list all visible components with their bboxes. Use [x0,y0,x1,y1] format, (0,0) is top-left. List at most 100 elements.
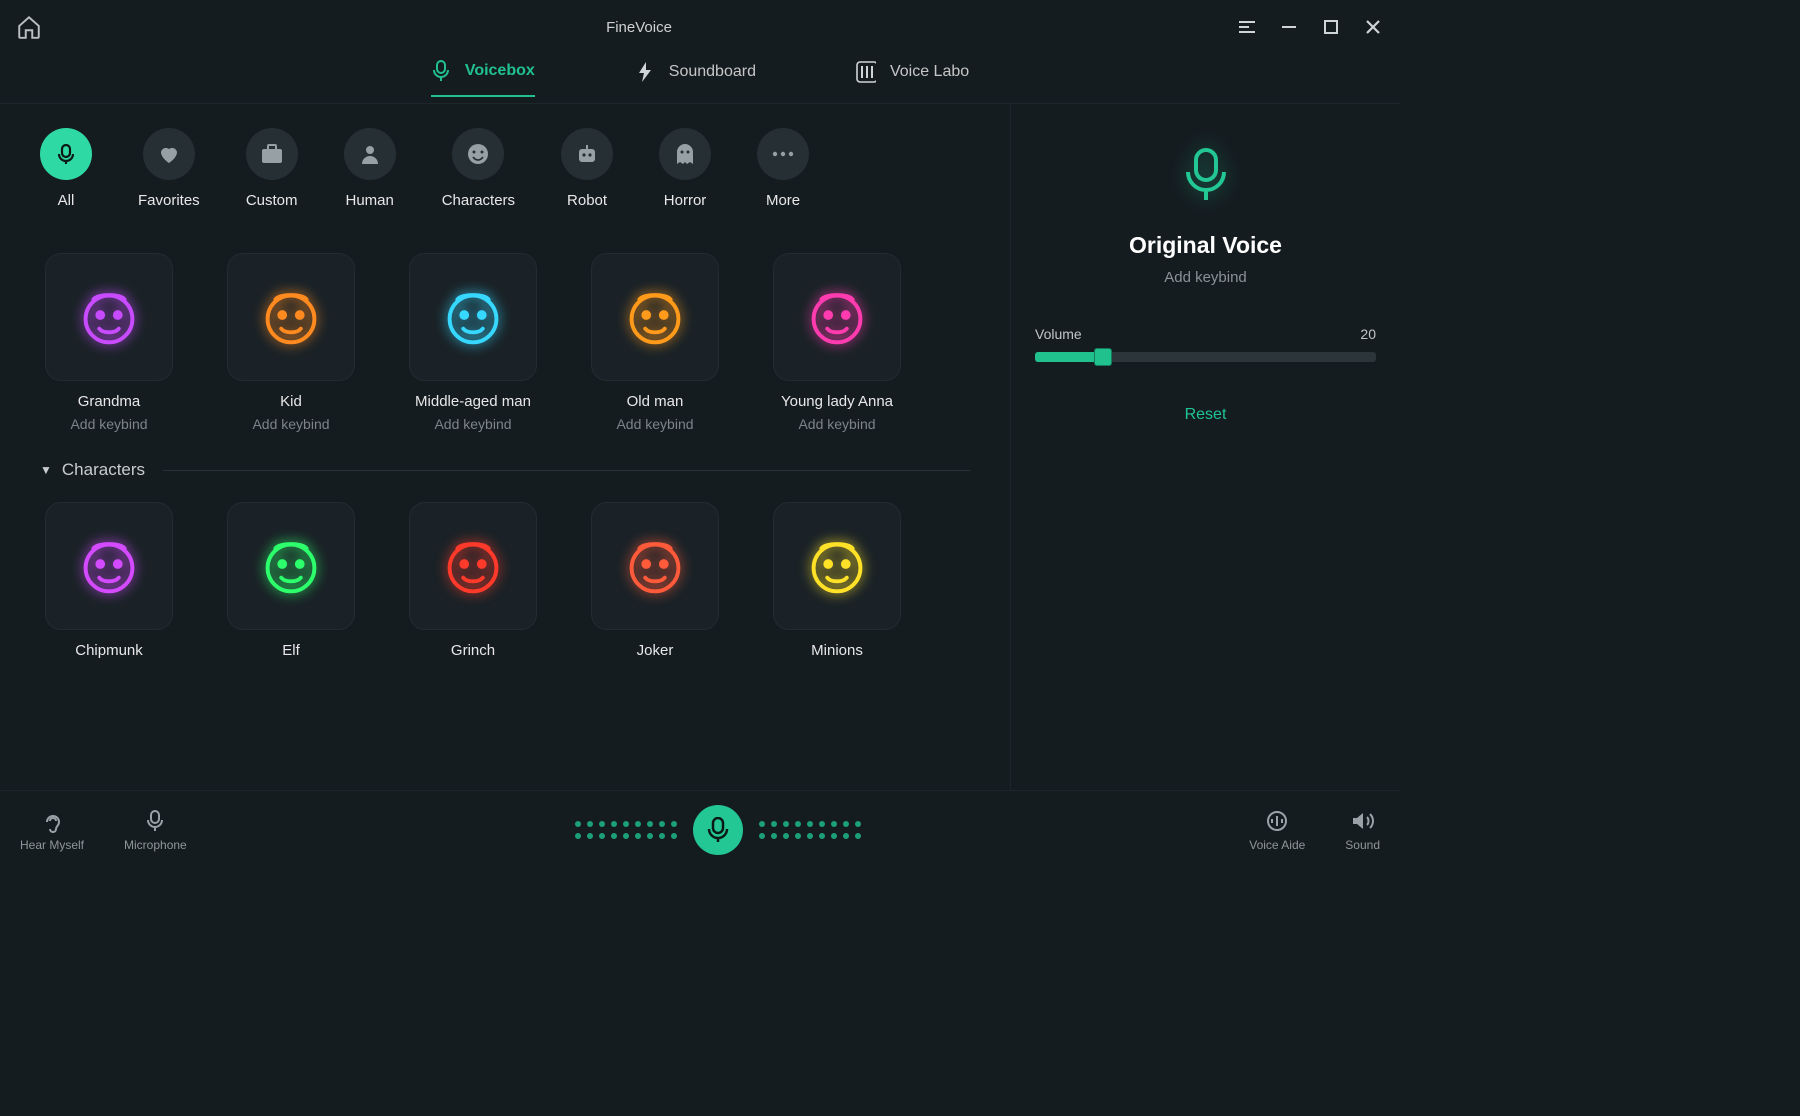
close-icon[interactable] [1362,16,1384,38]
person-icon [344,128,396,180]
mic-icon [40,128,92,180]
level-dots-right [759,821,861,839]
category-all[interactable]: All [40,128,92,209]
ghost-icon [659,128,711,180]
heart-icon [143,128,195,180]
volume-label: Volume [1035,326,1082,342]
voice-avatar [45,502,173,630]
aide-icon [1264,808,1290,834]
category-label: Human [346,192,394,209]
add-keybind-link[interactable]: Add keybind [434,416,511,432]
voice-kid[interactable]: Kid Add keybind [222,253,360,432]
category-characters[interactable]: Characters [442,128,515,209]
voice-minions[interactable]: Minions [768,502,906,665]
maximize-icon[interactable] [1320,16,1342,38]
voice-name: Grinch [451,642,495,659]
voice-name: Chipmunk [75,642,143,659]
add-keybind-link[interactable]: Add keybind [616,416,693,432]
category-horror[interactable]: Horror [659,128,711,209]
add-keybind-link[interactable]: Add keybind [798,416,875,432]
footer-microphone[interactable]: Microphone [124,808,187,852]
dots-icon [757,128,809,180]
add-keybind-link[interactable]: Add keybind [70,416,147,432]
category-label: Robot [567,192,607,209]
volume-slider[interactable] [1035,352,1376,362]
chevron-down-icon: ▼ [40,463,52,477]
voice-avatar [773,502,901,630]
footer-label: Voice Aide [1249,838,1305,852]
category-favorites[interactable]: Favorites [138,128,200,209]
voice-name: Joker [637,642,674,659]
voice-name: Kid [280,393,302,410]
category-more[interactable]: More [757,128,809,209]
volume-value: 20 [1360,326,1376,342]
voice-middle-aged-man[interactable]: Middle-aged man Add keybind [404,253,542,432]
mic-icon [142,808,168,834]
footer-label: Hear Myself [20,838,84,852]
preview-add-keybind[interactable]: Add keybind [1164,269,1247,286]
section-characters-header[interactable]: ▼ Characters [40,460,970,480]
preview-voice-name: Original Voice [1129,232,1282,259]
mic-icon [431,61,451,81]
preview-mic-icon [1166,134,1246,214]
footer-label: Sound [1345,838,1380,852]
voice-avatar [409,502,537,630]
voice-name: Grandma [78,393,141,410]
voice-avatar [227,502,355,630]
category-label: Characters [442,192,515,209]
speaker-icon [1350,808,1376,834]
footer-sound[interactable]: Sound [1345,808,1380,852]
voice-grinch[interactable]: Grinch [404,502,542,665]
voice-name: Young lady Anna [781,393,893,410]
voice-name: Old man [627,393,684,410]
tab-voicelabo[interactable]: Voice Labo [856,62,969,96]
voice-chipmunk[interactable]: Chipmunk [40,502,178,665]
level-dots-left [575,821,677,839]
menu-icon[interactable] [1236,16,1258,38]
voice-avatar [45,253,173,381]
category-label: Custom [246,192,298,209]
category-label: Favorites [138,192,200,209]
tab-voicebox[interactable]: Voicebox [431,61,535,97]
app-title: FineVoice [42,19,1236,36]
bolt-icon [635,62,655,82]
voice-avatar [227,253,355,381]
voice-avatar [591,253,719,381]
category-label: All [58,192,75,209]
main-tabs: Voicebox Soundboard Voice Labo [0,54,1400,104]
voice-name: Elf [282,642,300,659]
voice-old-man[interactable]: Old man Add keybind [586,253,724,432]
tab-label: Voicebox [465,62,535,80]
footer-center [187,805,1250,855]
voice-grandma[interactable]: Grandma Add keybind [40,253,178,432]
ear-icon [39,808,65,834]
category-label: More [766,192,800,209]
voice-joker[interactable]: Joker [586,502,724,665]
tab-label: Voice Labo [890,63,969,81]
voice-avatar [591,502,719,630]
voice-avatar [773,253,901,381]
tab-soundboard[interactable]: Soundboard [635,62,756,96]
voice-elf[interactable]: Elf [222,502,360,665]
footer-hear-myself[interactable]: Hear Myself [20,808,84,852]
voice-avatar [409,253,537,381]
voice-name: Middle-aged man [415,393,531,410]
home-icon[interactable] [16,14,42,40]
category-label: Horror [664,192,707,209]
section-label: Characters [62,460,145,480]
footer-voice-aide[interactable]: Voice Aide [1249,808,1305,852]
smiley-icon [452,128,504,180]
briefcase-icon [246,128,298,180]
reset-button[interactable]: Reset [1185,406,1227,424]
category-human[interactable]: Human [344,128,396,209]
record-button[interactable] [693,805,743,855]
robot-icon [561,128,613,180]
category-robot[interactable]: Robot [561,128,613,209]
add-keybind-link[interactable]: Add keybind [252,416,329,432]
sliders-icon [856,62,876,82]
category-custom[interactable]: Custom [246,128,298,209]
minimize-icon[interactable] [1278,16,1300,38]
tab-label: Soundboard [669,63,756,81]
voice-name: Minions [811,642,863,659]
voice-young-lady-anna[interactable]: Young lady Anna Add keybind [768,253,906,432]
